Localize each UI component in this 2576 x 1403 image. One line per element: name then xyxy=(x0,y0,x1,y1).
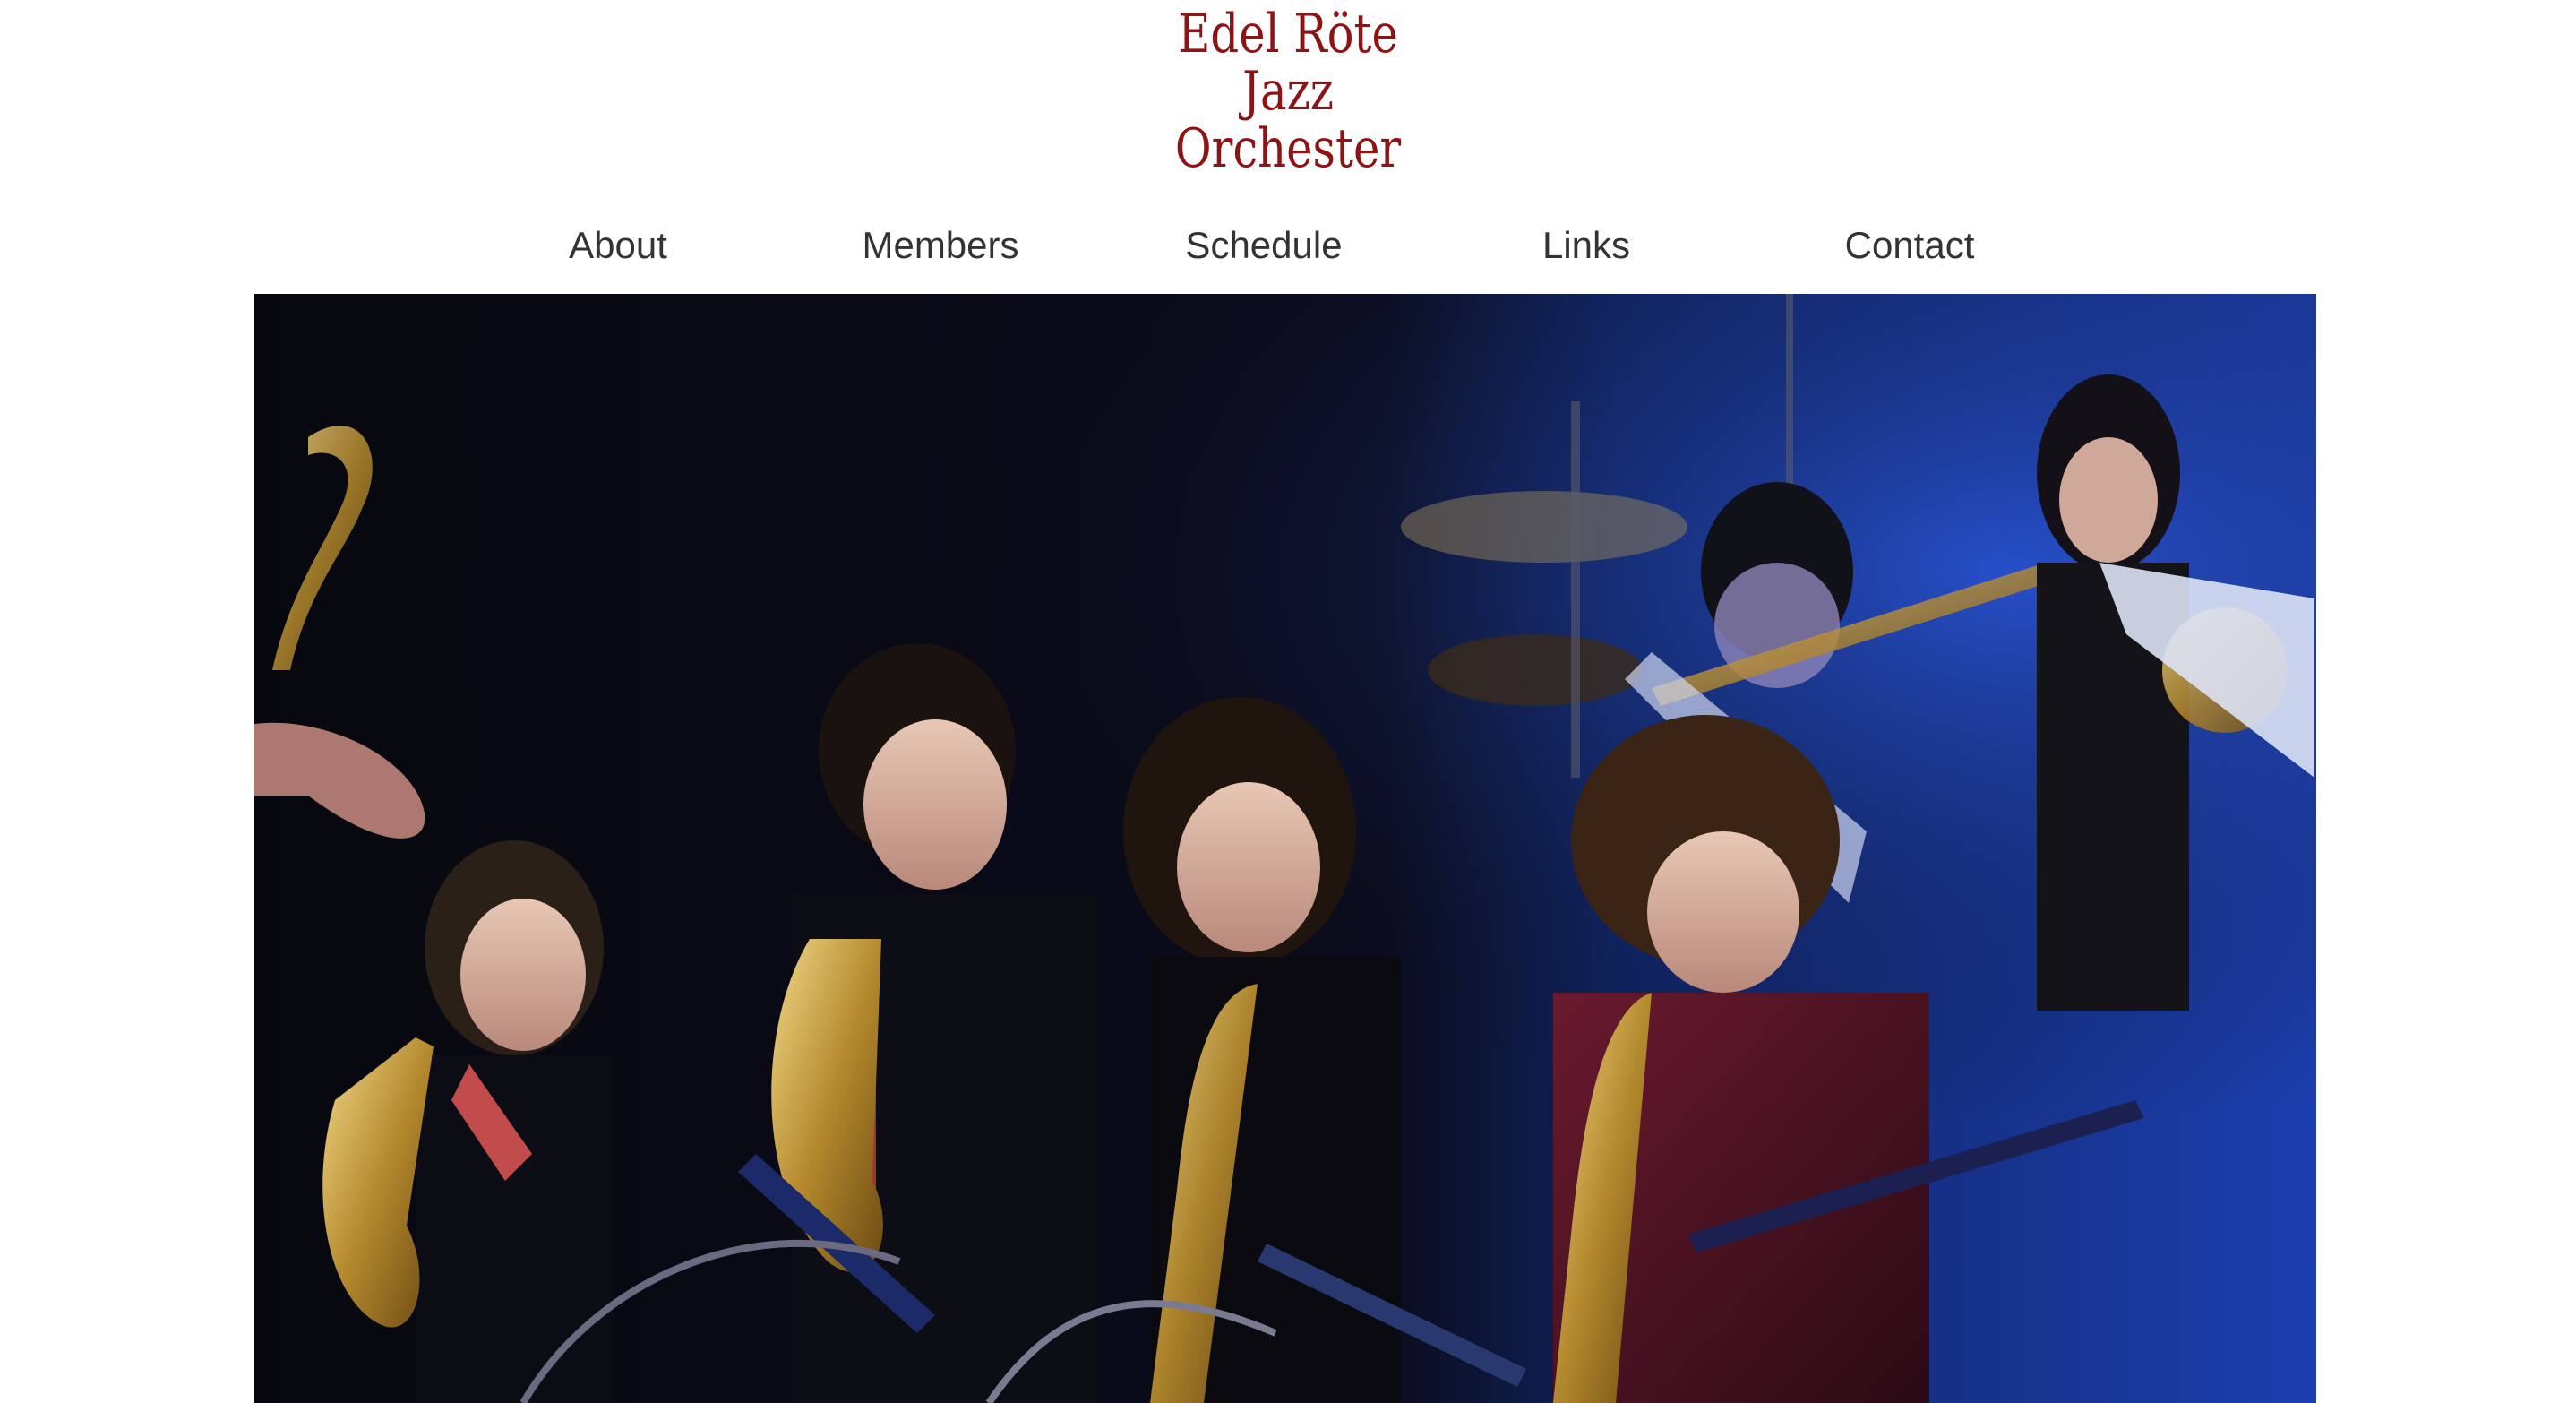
main-nav: About Members Schedule Links Contact xyxy=(0,219,2576,272)
nav-links[interactable]: Links xyxy=(1542,219,1630,272)
nav-schedule[interactable]: Schedule xyxy=(1185,219,1342,272)
nav-members[interactable]: Members xyxy=(862,219,1018,272)
logo-line-2: Jazz xyxy=(1242,60,1334,123)
hero-photo-illustration xyxy=(254,294,2316,1403)
hero-photo xyxy=(254,294,2316,1403)
nav-contact[interactable]: Contact xyxy=(1845,219,1975,272)
nav-about[interactable]: About xyxy=(569,219,667,272)
cymbal xyxy=(1401,491,1687,563)
logo-line-1: Edel Röte xyxy=(1178,3,1398,65)
page: Edel Röte Jazz Orchester About Members S… xyxy=(0,0,2576,1403)
logo-line-3: Orchester xyxy=(1174,117,1402,180)
site-logo[interactable]: Edel Röte Jazz Orchester xyxy=(1123,5,1453,177)
